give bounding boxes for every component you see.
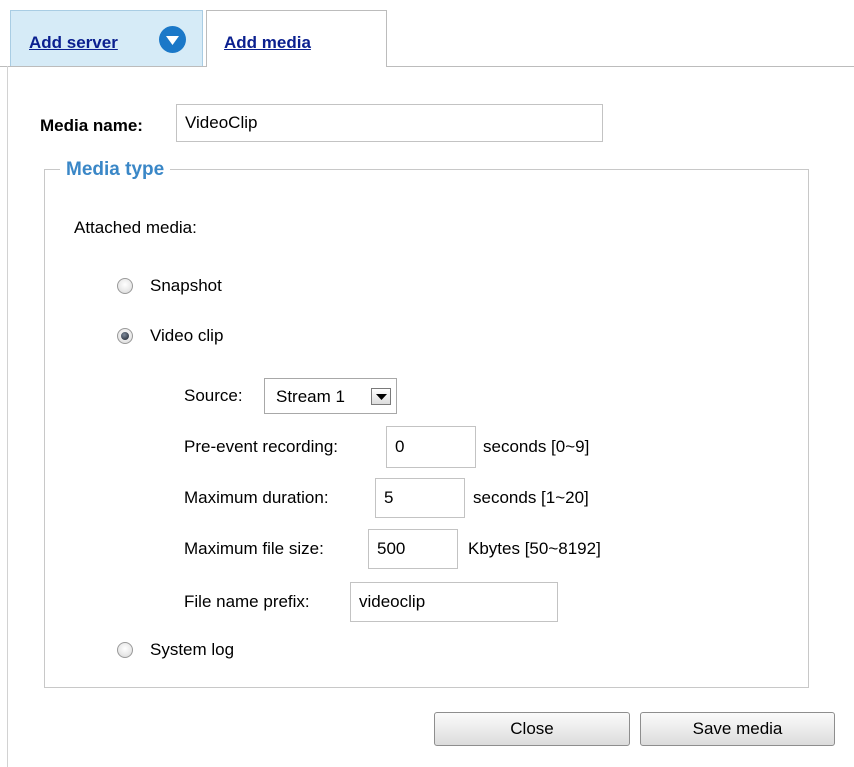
panel-border bbox=[7, 66, 8, 767]
source-select-value: Stream 1 bbox=[276, 387, 345, 406]
radio-selected-dot bbox=[121, 332, 129, 340]
source-label: Source: bbox=[184, 386, 243, 405]
max-duration-unit: seconds [1~20] bbox=[473, 488, 589, 507]
video-clip-radio[interactable] bbox=[117, 328, 133, 344]
triangle-down-icon bbox=[376, 394, 387, 400]
pre-event-unit: seconds [0~9] bbox=[483, 437, 590, 456]
system-log-label[interactable]: System log bbox=[150, 640, 234, 660]
video-clip-label[interactable]: Video clip bbox=[150, 326, 223, 346]
attached-media-label: Attached media: bbox=[74, 218, 197, 237]
max-file-size-label: Maximum file size: bbox=[184, 539, 324, 558]
add-media-link[interactable]: Add media bbox=[224, 33, 311, 53]
tab-add-media[interactable]: Add media bbox=[206, 10, 387, 67]
source-select[interactable]: Stream 1 bbox=[264, 378, 397, 414]
close-button[interactable]: Close bbox=[434, 712, 630, 746]
max-file-size-input[interactable] bbox=[368, 529, 458, 569]
add-server-link[interactable]: Add server bbox=[29, 33, 118, 53]
media-name-input[interactable] bbox=[176, 104, 603, 142]
select-arrow-button[interactable] bbox=[371, 388, 391, 405]
max-duration-input[interactable] bbox=[375, 478, 465, 518]
snapshot-radio[interactable] bbox=[117, 278, 133, 294]
media-type-legend: Media type bbox=[60, 158, 171, 182]
save-media-button[interactable]: Save media bbox=[640, 712, 835, 746]
file-prefix-label: File name prefix: bbox=[184, 592, 310, 611]
max-file-size-unit: Kbytes [50~8192] bbox=[468, 539, 601, 558]
file-prefix-input[interactable] bbox=[350, 582, 558, 622]
max-duration-label: Maximum duration: bbox=[184, 488, 329, 507]
tab-add-server[interactable]: Add server bbox=[10, 10, 203, 66]
snapshot-label[interactable]: Snapshot bbox=[150, 276, 222, 296]
pre-event-label: Pre-event recording: bbox=[184, 437, 339, 456]
pre-event-input[interactable] bbox=[386, 426, 476, 468]
system-log-radio[interactable] bbox=[117, 642, 133, 658]
chevron-down-circle-icon[interactable] bbox=[159, 26, 186, 53]
media-name-label: Media name: bbox=[40, 116, 143, 135]
tab-divider bbox=[0, 66, 854, 67]
